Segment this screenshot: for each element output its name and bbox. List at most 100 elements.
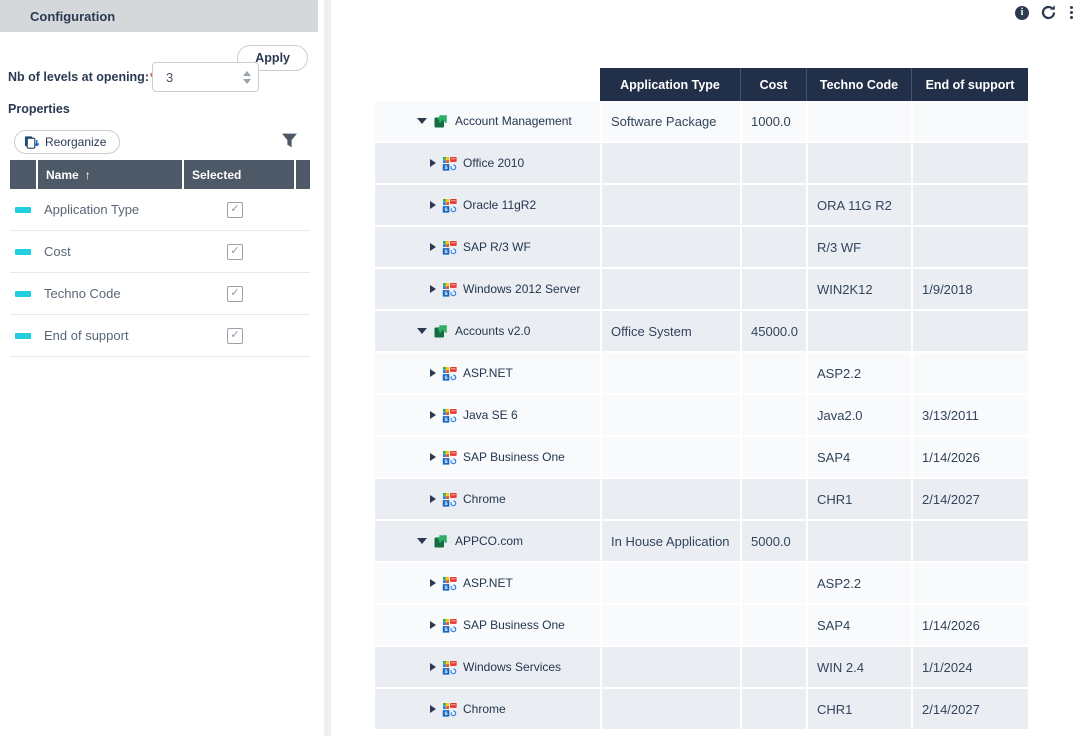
property-checkbox[interactable]: ✓ (227, 286, 243, 302)
item-name[interactable]: APPCO.com (455, 534, 523, 548)
tree-table-row[interactable]: s SAP Business OneSAP41/14/2026 (375, 437, 1028, 479)
item-name[interactable]: Windows 2012 Server (463, 282, 580, 296)
tree-table-row[interactable]: s SAP Business OneSAP41/14/2026 (375, 605, 1028, 647)
application-type-cell: In House Application (600, 521, 740, 561)
tree-cell: s Java SE 6 (375, 395, 600, 435)
tree-table-row[interactable]: s ASP.NET ASP2.2 (375, 563, 1028, 605)
item-name[interactable]: Java SE 6 (463, 408, 518, 422)
property-checkbox[interactable]: ✓ (227, 328, 243, 344)
technology-icon: s (442, 240, 457, 255)
drag-handle-icon[interactable] (10, 207, 36, 213)
stepper-down-icon[interactable] (243, 79, 251, 84)
expand-icon[interactable] (430, 243, 436, 251)
column-header[interactable]: End of support (911, 68, 1028, 101)
cost-cell: 45000.0 (740, 311, 806, 351)
cost-cell (740, 689, 806, 729)
item-name[interactable]: Chrome (463, 702, 506, 716)
expand-icon[interactable] (430, 705, 436, 713)
expand-icon[interactable] (430, 285, 436, 293)
techno-code-cell: ASP2.2 (806, 563, 911, 603)
tree-table-row[interactable]: s Java SE 6Java2.03/13/2011 (375, 395, 1028, 437)
column-header[interactable]: Application Type (600, 68, 740, 101)
item-name[interactable]: Office 2010 (463, 156, 524, 170)
tree-table-row[interactable]: s ASP.NETASP2.2 (375, 353, 1028, 395)
expand-icon[interactable] (430, 369, 436, 377)
technology-icon: s (442, 702, 457, 717)
property-checkbox[interactable]: ✓ (227, 202, 243, 218)
reorganize-label: Reorganize (45, 135, 106, 149)
property-checkbox[interactable]: ✓ (227, 244, 243, 260)
stepper-arrows[interactable] (236, 71, 258, 84)
application-type-cell (600, 269, 740, 309)
item-name[interactable]: SAP Business One (463, 618, 565, 632)
expand-icon[interactable] (430, 495, 436, 503)
refresh-icon[interactable] (1040, 4, 1057, 21)
tree-cell: s SAP Business One (375, 437, 600, 477)
stepper-up-icon[interactable] (243, 71, 251, 76)
reorganize-button[interactable]: Reorganize (14, 130, 120, 154)
more-options-icon[interactable] (1068, 5, 1075, 20)
toolbar: i (1015, 4, 1075, 21)
techno-code-cell (806, 311, 911, 351)
application-type-cell (600, 185, 740, 225)
item-name[interactable]: ASP.NET (463, 366, 513, 380)
drag-handle-icon[interactable] (10, 291, 36, 297)
tree-table-row[interactable]: Account ManagementSoftware Package1000.0 (375, 101, 1028, 143)
expand-icon[interactable] (430, 453, 436, 461)
tree-table-row[interactable]: Accounts v2.0Office System45000.0 (375, 311, 1028, 353)
tree-table-row[interactable]: s Windows ServicesWIN 2.41/1/2024 (375, 647, 1028, 689)
tree-table-row[interactable]: s Office 2010 (375, 143, 1028, 185)
item-name[interactable]: SAP Business One (463, 450, 565, 464)
application-type-cell: Software Package (600, 101, 740, 141)
techno-code-cell: SAP4 (806, 437, 911, 477)
tree-table-row[interactable]: s ChromeCHR12/14/2027 (375, 689, 1028, 731)
tree-table-row[interactable]: s ChromeCHR12/14/2027 (375, 479, 1028, 521)
cost-cell (740, 185, 806, 225)
configuration-header: Configuration (0, 0, 318, 32)
tree-table-row[interactable]: s SAP R/3 WFR/3 WF (375, 227, 1028, 269)
tree-table-row[interactable]: s Windows 2012 ServerWIN2K121/9/2018 (375, 269, 1028, 311)
item-name[interactable]: SAP R/3 WF (463, 240, 531, 254)
item-name[interactable]: Chrome (463, 492, 506, 506)
selected-column-header[interactable]: Selected (184, 160, 294, 189)
filter-icon[interactable] (281, 132, 298, 154)
end-of-support-cell (911, 185, 1028, 225)
expand-icon[interactable] (430, 621, 436, 629)
item-name[interactable]: Oracle 11gR2 (463, 198, 536, 212)
property-label: Application Type (36, 202, 180, 217)
collapse-icon[interactable] (417, 118, 427, 124)
end-of-support-cell: 2/14/2027 (911, 479, 1028, 519)
expand-icon[interactable] (430, 411, 436, 419)
expand-icon[interactable] (430, 159, 436, 167)
tree-cell: s Office 2010 (375, 143, 600, 183)
expand-icon[interactable] (430, 201, 436, 209)
collapse-icon[interactable] (417, 328, 427, 334)
cost-cell (740, 269, 806, 309)
info-icon[interactable]: i (1015, 6, 1029, 20)
drag-handle-icon[interactable] (10, 249, 36, 255)
techno-code-cell: ASP2.2 (806, 353, 911, 393)
tree-cell: s SAP R/3 WF (375, 227, 600, 267)
column-header[interactable]: Techno Code (806, 68, 911, 101)
application-type-cell (600, 353, 740, 393)
tree-cell: s ASP.NET (375, 563, 600, 603)
item-name[interactable]: ASP.NET (463, 576, 513, 590)
item-name[interactable]: Windows Services (463, 660, 561, 674)
item-name[interactable]: Accounts v2.0 (455, 324, 530, 338)
selected-cell: ✓ (180, 244, 290, 260)
sort-ascending-icon: ↑ (85, 168, 91, 182)
end-of-support-cell (911, 521, 1028, 561)
tree-table-row[interactable]: APPCO.comIn House Application5000.0 (375, 521, 1028, 563)
levels-input[interactable] (153, 69, 236, 86)
expand-icon[interactable] (430, 663, 436, 671)
name-column-header[interactable]: Name ↑ (38, 160, 182, 189)
drag-handle-icon[interactable] (10, 333, 36, 339)
column-header[interactable]: Cost (740, 68, 806, 101)
properties-grid: Name ↑ Selected Application Type✓Cost✓Te… (10, 160, 310, 357)
tree-table-row[interactable]: s Oracle 11gR2ORA 11G R2 (375, 185, 1028, 227)
handle-column-header (10, 160, 36, 189)
collapse-icon[interactable] (417, 538, 427, 544)
panel-splitter[interactable] (324, 0, 331, 736)
expand-icon[interactable] (430, 579, 436, 587)
item-name[interactable]: Account Management (455, 114, 572, 128)
